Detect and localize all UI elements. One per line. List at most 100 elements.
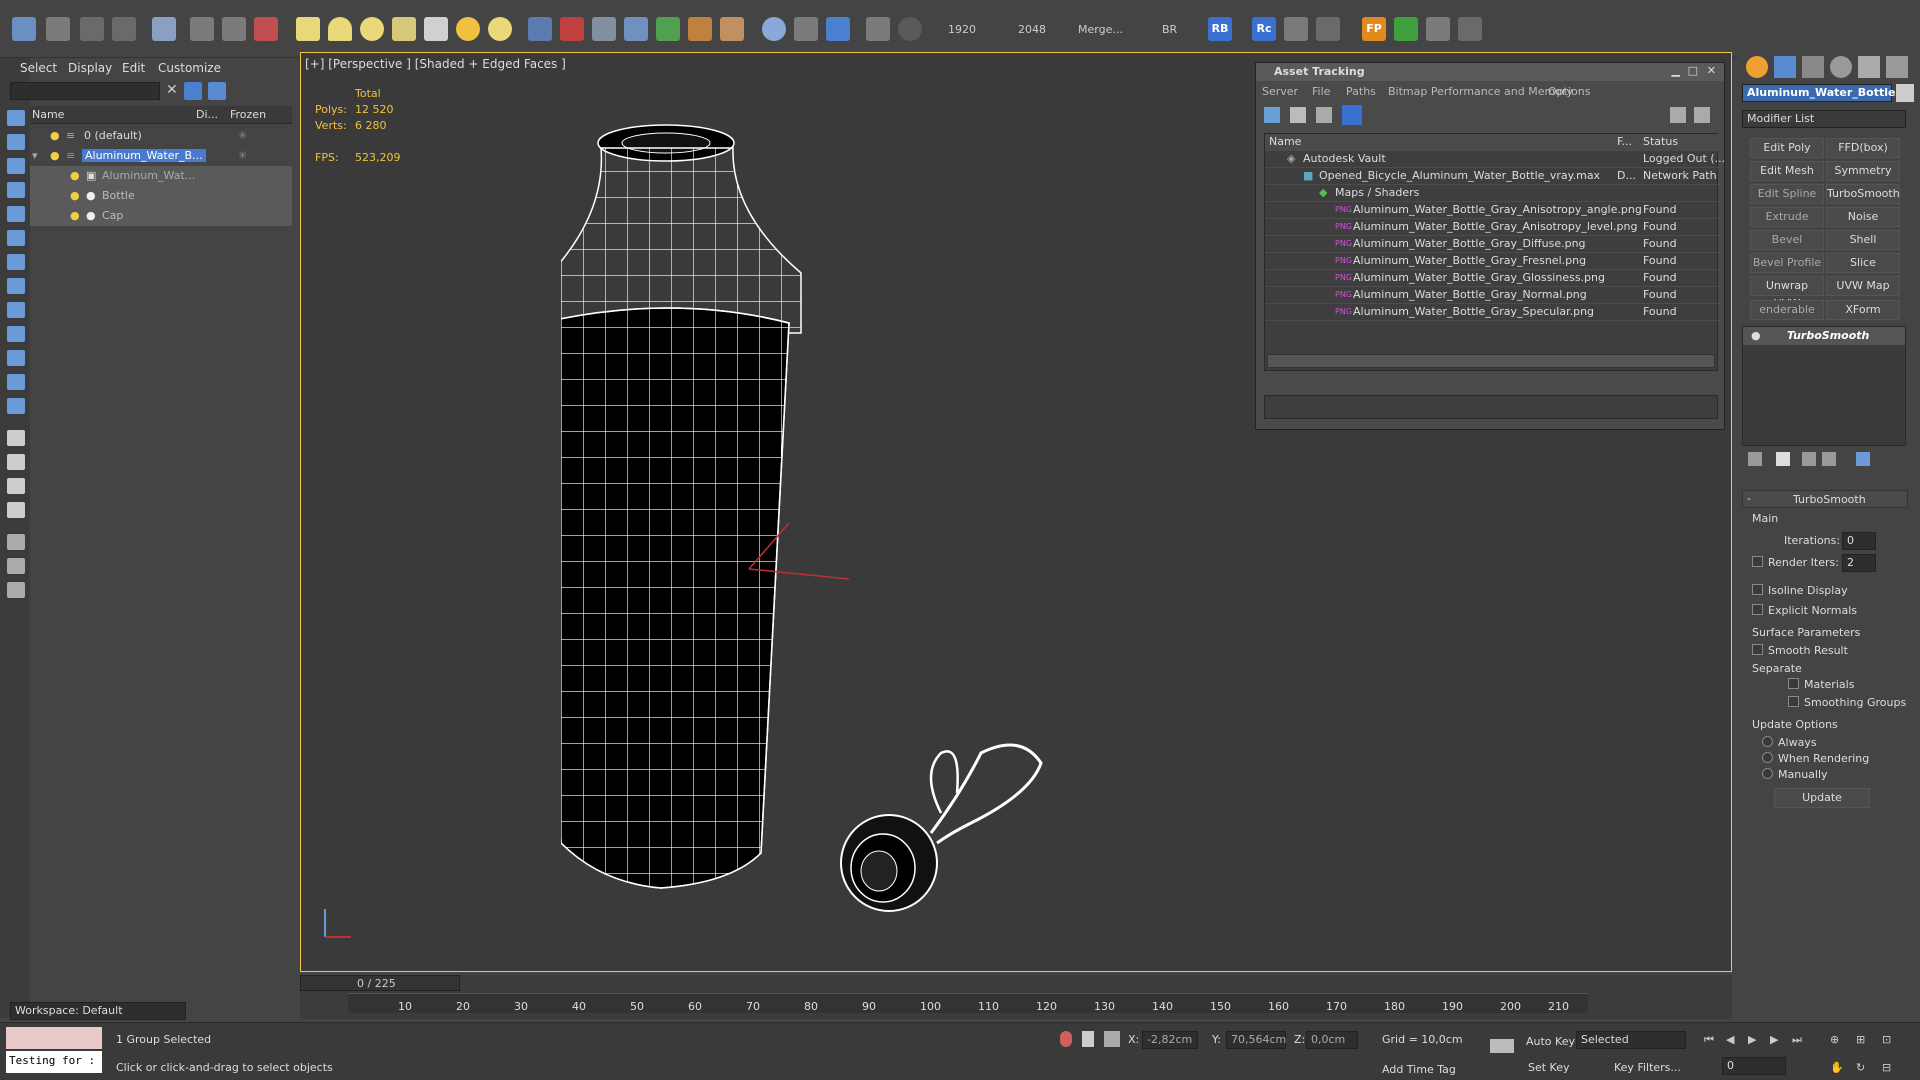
isoline-checkbox[interactable]: [1752, 584, 1763, 595]
select-object-icon[interactable]: [46, 17, 70, 41]
object-row[interactable]: ● ▣ Aluminum_Wat...: [30, 166, 292, 186]
asset-row[interactable]: PNG Aluminum_Water_Bottle_Gray_Diffuse.p…: [1265, 236, 1719, 253]
select-by-name-icon[interactable]: [80, 17, 104, 41]
absolute-mode-icon[interactable]: [1104, 1031, 1120, 1047]
render-iters-spinner[interactable]: 2: [1842, 554, 1876, 572]
zoom-icon[interactable]: ⊕: [1830, 1033, 1839, 1046]
frame-buffer-icon[interactable]: [794, 17, 818, 41]
explicit-normals-checkbox[interactable]: [1752, 604, 1763, 615]
pin-stack-icon[interactable]: [1748, 452, 1762, 466]
shape-filter-icon[interactable]: [7, 158, 25, 174]
render-setup-icon[interactable]: [592, 17, 616, 41]
edit-poly-button[interactable]: Edit Poly: [1750, 138, 1824, 158]
resolution-width[interactable]: 1920: [948, 23, 976, 36]
asset-menu-paths[interactable]: Paths: [1346, 85, 1376, 98]
asset-menu-bitmap[interactable]: Bitmap Performance and Memory: [1388, 85, 1573, 98]
detail-view-icon[interactable]: [1316, 107, 1332, 123]
shell-button[interactable]: Shell: [1826, 230, 1900, 250]
teapot-icon[interactable]: [392, 17, 416, 41]
minimize-icon[interactable]: ▁: [1672, 64, 1680, 77]
resolution-height[interactable]: 2048: [1018, 23, 1046, 36]
configure-sets-icon[interactable]: [1856, 452, 1870, 466]
key-set-dropdown[interactable]: Selected: [1576, 1031, 1686, 1049]
viewport-label[interactable]: [+] [Perspective ] [Shaded + Edged Faces…: [305, 57, 566, 71]
symmetry-button[interactable]: Symmetry: [1826, 161, 1900, 181]
go-to-end-icon[interactable]: ⏭: [1792, 1033, 1802, 1047]
sphere-icon[interactable]: [360, 17, 384, 41]
asset-row[interactable]: PNG Aluminum_Water_Bottle_Gray_Fresnel.p…: [1265, 253, 1719, 270]
filter-icon[interactable]: [7, 110, 25, 126]
asset-row[interactable]: PNG Aluminum_Water_Bottle_Gray_Anisotrop…: [1265, 219, 1719, 236]
context-help-icon[interactable]: [1694, 107, 1710, 123]
x-coord-field[interactable]: -2,82cm: [1142, 1031, 1198, 1049]
list-icon[interactable]: [7, 430, 25, 446]
auto-key-button[interactable]: Auto Key: [1526, 1035, 1575, 1048]
geometry-filter-icon[interactable]: [7, 134, 25, 150]
bone-filter-icon[interactable]: [7, 326, 25, 342]
box-icon[interactable]: [296, 17, 320, 41]
bevel-profile-button[interactable]: Bevel Profile: [1750, 253, 1824, 273]
bulb-icon[interactable]: ●: [50, 129, 60, 142]
bulb-icon[interactable]: ●: [50, 149, 60, 162]
maxscript-listener[interactable]: [6, 1027, 102, 1049]
list-view-icon[interactable]: [1290, 107, 1306, 123]
sun-icon[interactable]: [456, 17, 480, 41]
cone-icon[interactable]: [424, 17, 448, 41]
freeze-icon[interactable]: ✳: [238, 129, 247, 142]
xref-filter-icon[interactable]: [7, 302, 25, 318]
clear-search-icon[interactable]: ✕: [166, 82, 178, 98]
track-bar[interactable]: 10 20 30 40 50 60 70 80 90 100 110 120 1…: [348, 993, 1588, 1013]
go-to-start-icon[interactable]: ⏮: [1704, 1033, 1714, 1047]
col-name[interactable]: Name: [1269, 135, 1301, 148]
y-coord-field[interactable]: 70,564cm: [1226, 1031, 1286, 1049]
fur-icon[interactable]: [720, 17, 744, 41]
bulb-icon[interactable]: ●: [1751, 329, 1761, 342]
smoothing-groups-checkbox[interactable]: [1788, 696, 1799, 707]
merge-button[interactable]: Merge...: [1078, 23, 1123, 36]
hidden-filter-icon[interactable]: [7, 398, 25, 414]
object-color-swatch[interactable]: [1896, 84, 1914, 102]
asset-menu-server[interactable]: Server: [1262, 85, 1298, 98]
scene-search-input[interactable]: [10, 82, 160, 100]
page-icon[interactable]: [7, 454, 25, 470]
sort-icon[interactable]: [7, 582, 25, 598]
lock-icon[interactable]: [1082, 1031, 1094, 1047]
key-icon[interactable]: [1490, 1039, 1514, 1053]
tools-icon[interactable]: [1426, 17, 1450, 41]
add-time-tag[interactable]: Add Time Tag: [1382, 1063, 1456, 1076]
set-key-button[interactable]: Set Key: [1528, 1061, 1570, 1074]
slice-button[interactable]: Slice: [1826, 253, 1900, 273]
collapse-icon[interactable]: -: [1747, 492, 1751, 505]
isolate-icon[interactable]: [1060, 1031, 1072, 1047]
bevel-button[interactable]: Bevel: [1750, 230, 1824, 250]
scatter-icon[interactable]: [624, 17, 648, 41]
update-button[interactable]: Update: [1774, 788, 1870, 808]
bulb-icon[interactable]: ●: [70, 209, 80, 222]
col-display[interactable]: Di...: [196, 108, 218, 121]
xform-button[interactable]: XForm: [1826, 300, 1900, 320]
make-unique-icon[interactable]: [1802, 452, 1816, 466]
fp-button[interactable]: FP: [1362, 17, 1386, 41]
hemisphere-icon[interactable]: [328, 17, 352, 41]
zoom-all-icon[interactable]: ⊞: [1856, 1033, 1865, 1046]
time-slider[interactable]: 0 / 225: [300, 975, 460, 991]
group-row[interactable]: ▾ ● ≡ Aluminum_Water_B... ✳: [30, 146, 292, 166]
menu-select[interactable]: Select: [20, 61, 57, 75]
always-radio[interactable]: [1762, 736, 1773, 747]
object-row[interactable]: ● ● Cap: [30, 206, 292, 226]
undo-icon[interactable]: [12, 17, 36, 41]
maxscript-input[interactable]: Testing for :: [6, 1051, 102, 1073]
maximize-icon[interactable]: □: [1688, 64, 1698, 77]
hair-icon[interactable]: [688, 17, 712, 41]
render-region-icon[interactable]: [826, 17, 850, 41]
grass-icon[interactable]: [656, 17, 680, 41]
orbit-icon[interactable]: ↻: [1856, 1061, 1865, 1074]
layer-icon[interactable]: [7, 558, 25, 574]
funnel-icon[interactable]: [7, 534, 25, 550]
particle-icon[interactable]: [528, 17, 552, 41]
turbosmooth-button[interactable]: TurboSmooth: [1826, 184, 1900, 204]
move-icon[interactable]: [152, 17, 176, 41]
display-tab-icon[interactable]: [1858, 56, 1880, 78]
material-icon[interactable]: [560, 17, 584, 41]
tree-icon[interactable]: [1394, 17, 1418, 41]
